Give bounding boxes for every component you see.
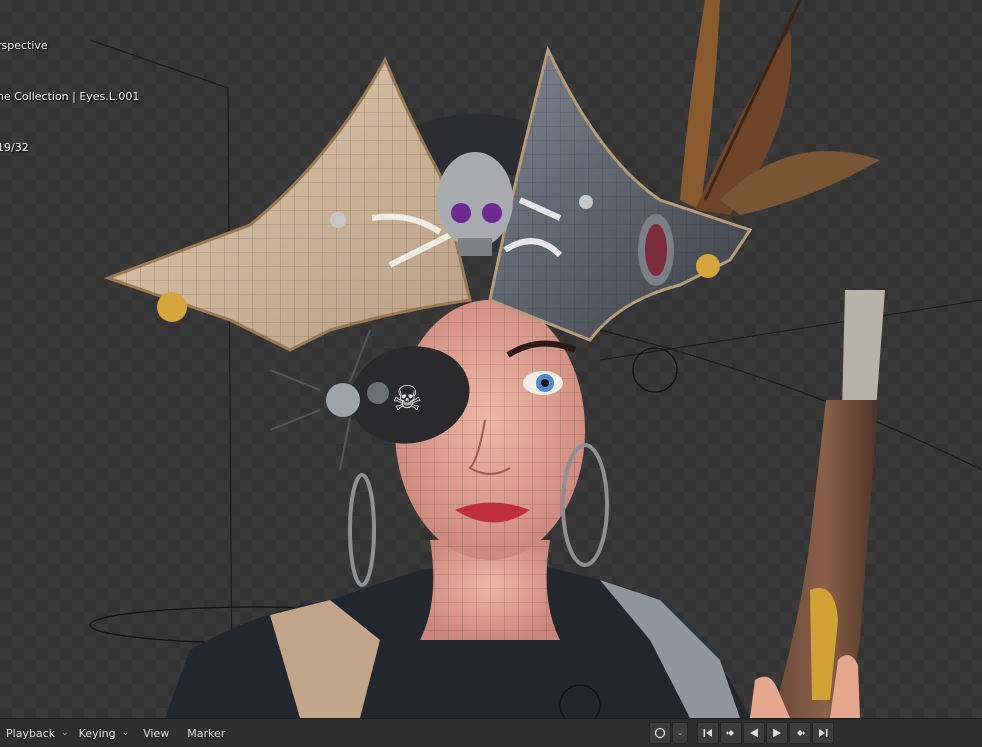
play-reverse-button[interactable] bbox=[743, 722, 765, 744]
jump-to-end-button[interactable] bbox=[812, 722, 834, 744]
playback-menu[interactable]: Playback ⌄ bbox=[2, 722, 73, 744]
previous-keyframe-icon bbox=[726, 730, 734, 736]
keying-menu-label: Keying bbox=[78, 726, 116, 740]
autokey-dropdown[interactable]: ⌄ bbox=[672, 722, 688, 744]
play-icon bbox=[773, 728, 781, 738]
record-circle-icon bbox=[654, 727, 666, 739]
autokey-toggle[interactable] bbox=[649, 722, 671, 744]
pirate-character-render: ☠ bbox=[89, 0, 982, 718]
chevron-down-icon: ⌄ bbox=[676, 728, 684, 738]
frame-counter-label: 19/32 bbox=[0, 141, 29, 154]
previous-keyframe-button[interactable] bbox=[720, 722, 742, 744]
marker-menu[interactable]: Marker bbox=[179, 722, 233, 744]
view-mode-label: rspective bbox=[0, 39, 48, 52]
chevron-down-icon: ⌄ bbox=[61, 728, 69, 738]
playback-menu-label: Playback bbox=[6, 726, 56, 740]
keying-menu[interactable]: Keying ⌄ bbox=[75, 722, 134, 744]
view-menu-label: View bbox=[143, 726, 170, 740]
jump-to-start-icon bbox=[703, 729, 712, 737]
collection-object-label: ne Collection | Eyes.L.001 bbox=[0, 90, 140, 103]
marker-menu-label: Marker bbox=[187, 726, 226, 740]
viewport-info-overlay: rspective ne Collection | Eyes.L.001 19/… bbox=[0, 3, 139, 190]
playback-controls: ⌄ bbox=[648, 722, 834, 744]
chevron-down-icon: ⌄ bbox=[121, 728, 130, 738]
svg-text:☠: ☠ bbox=[392, 379, 422, 419]
timeline-header: Playback ⌄ Keying ⌄ View Marker ⌄ bbox=[0, 718, 982, 747]
play-button[interactable] bbox=[766, 722, 788, 744]
3d-viewport[interactable]: ☠ rspective ne Collection | Eyes.L.001 1… bbox=[0, 0, 982, 718]
jump-to-end-icon bbox=[819, 729, 828, 737]
next-keyframe-button[interactable] bbox=[789, 722, 811, 744]
view-menu[interactable]: View bbox=[135, 722, 177, 744]
next-keyframe-icon bbox=[797, 730, 805, 736]
jump-to-start-button[interactable] bbox=[697, 722, 719, 744]
play-reverse-icon bbox=[750, 728, 758, 738]
